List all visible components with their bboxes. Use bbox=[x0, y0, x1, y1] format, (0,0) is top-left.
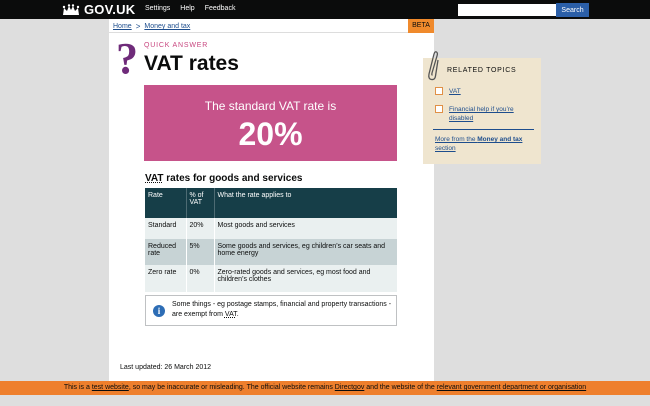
cell-rate: Standard bbox=[145, 218, 187, 239]
cell-applies-to: Most goods and services bbox=[214, 218, 397, 239]
breadcrumb-bar: Home > Money and tax bbox=[109, 19, 434, 33]
more-prefix: More from the bbox=[435, 136, 478, 143]
related-link-vat[interactable]: VAT bbox=[449, 87, 461, 96]
more-suffix: section bbox=[435, 145, 456, 152]
column-header-rate: Rate bbox=[145, 188, 187, 218]
info-icon: i bbox=[153, 305, 165, 317]
exemption-note-text: Some things - eg postage stamps, financi… bbox=[172, 300, 392, 320]
cell-rate: Zero rate bbox=[145, 265, 187, 292]
cell-percent: 0% bbox=[186, 265, 215, 292]
logo-text: GOV.UK bbox=[84, 2, 136, 17]
cell-rate: Reduced rate bbox=[145, 239, 187, 265]
main-content: ? QUICK ANSWER VAT rates The standard VA… bbox=[109, 33, 434, 383]
beta-badge: BETA bbox=[408, 19, 434, 33]
related-topics-heading: RELATED TOPICS bbox=[447, 67, 517, 74]
directgov-link[interactable]: Directgov bbox=[335, 384, 365, 391]
nav-help-link[interactable]: Help bbox=[180, 5, 194, 12]
govuk-logo-link[interactable]: GOV.UK bbox=[62, 2, 135, 17]
question-mark-icon: ? bbox=[116, 34, 138, 83]
bullet-square-icon bbox=[435, 87, 443, 95]
breadcrumb-separator: > bbox=[135, 22, 141, 31]
table-row: Standard 20% Most goods and services bbox=[145, 218, 397, 239]
cell-applies-to: Some goods and services, eg children’s c… bbox=[214, 239, 397, 265]
table-heading: VAT rates for goods and services bbox=[145, 173, 302, 184]
vat-abbreviation-note[interactable]: VAT bbox=[225, 311, 237, 318]
bullet-square-icon bbox=[435, 105, 443, 113]
quick-answer-label: QUICK ANSWER bbox=[144, 42, 209, 49]
cell-applies-to: Zero-rated goods and services, eg most f… bbox=[214, 265, 397, 292]
top-nav: Settings Help Feedback bbox=[145, 5, 235, 12]
relevant-department-link[interactable]: relevant government department or organi… bbox=[437, 384, 586, 391]
breadcrumb-money-tax-link[interactable]: Money and tax bbox=[144, 23, 190, 30]
crown-icon bbox=[62, 3, 80, 15]
vat-rates-table: Rate % of VAT What the rate applies to S… bbox=[145, 188, 397, 292]
banner-text-1: This is a bbox=[63, 384, 92, 391]
banner-text-2: , so may be inaccurate or misleading. Th… bbox=[128, 384, 335, 391]
page-title: VAT rates bbox=[144, 52, 239, 75]
nav-settings-link[interactable]: Settings bbox=[145, 5, 170, 12]
cell-percent: 5% bbox=[186, 239, 215, 265]
breadcrumb-home-link[interactable]: Home bbox=[113, 23, 132, 30]
search-button[interactable]: Search bbox=[556, 3, 589, 17]
nav-feedback-link[interactable]: Feedback bbox=[205, 5, 236, 12]
paperclip-icon bbox=[428, 51, 439, 81]
related-item: VAT bbox=[435, 87, 461, 96]
related-topics-panel: RELATED TOPICS VAT Financial help if you… bbox=[423, 58, 541, 164]
column-header-applies-to: What the rate applies to bbox=[214, 188, 397, 218]
table-row: Reduced rate 5% Some goods and services,… bbox=[145, 239, 397, 265]
last-updated: Last updated: 26 March 2012 bbox=[120, 364, 212, 371]
table-row: Zero rate 0% Zero-rated goods and servic… bbox=[145, 265, 397, 292]
table-heading-rest: rates for goods and services bbox=[163, 173, 303, 184]
column-header-percent: % of VAT bbox=[186, 188, 215, 218]
table-header-row: Rate % of VAT What the rate applies to bbox=[145, 188, 397, 218]
related-link-financial-help[interactable]: Financial help if you’re disabled bbox=[449, 105, 527, 123]
note-text-after: . bbox=[236, 311, 239, 318]
divider bbox=[433, 129, 534, 130]
test-site-banner: This is a test website, so may be inaccu… bbox=[0, 381, 650, 395]
hero-panel: The standard VAT rate is 20% bbox=[144, 85, 397, 161]
related-item: Financial help if you’re disabled bbox=[435, 105, 527, 123]
cell-percent: 20% bbox=[186, 218, 215, 239]
hero-rate-value: 20% bbox=[238, 116, 303, 152]
exemption-note: i Some things - eg postage stamps, finan… bbox=[145, 295, 397, 326]
banner-text-3: and the website of the bbox=[364, 384, 437, 391]
search-input[interactable] bbox=[458, 4, 556, 16]
more-section-name: Money and tax bbox=[477, 136, 523, 143]
more-from-section-link[interactable]: More from the Money and tax section bbox=[435, 135, 535, 153]
breadcrumb: Home > Money and tax bbox=[113, 22, 190, 31]
vat-abbreviation[interactable]: VAT bbox=[145, 173, 164, 184]
top-bar: GOV.UK Settings Help Feedback Search bbox=[0, 0, 650, 19]
hero-lead-text: The standard VAT rate is bbox=[204, 99, 337, 113]
note-text-before: Some things - eg postage stamps, financi… bbox=[172, 301, 392, 318]
test-website-link[interactable]: test website bbox=[92, 384, 129, 391]
